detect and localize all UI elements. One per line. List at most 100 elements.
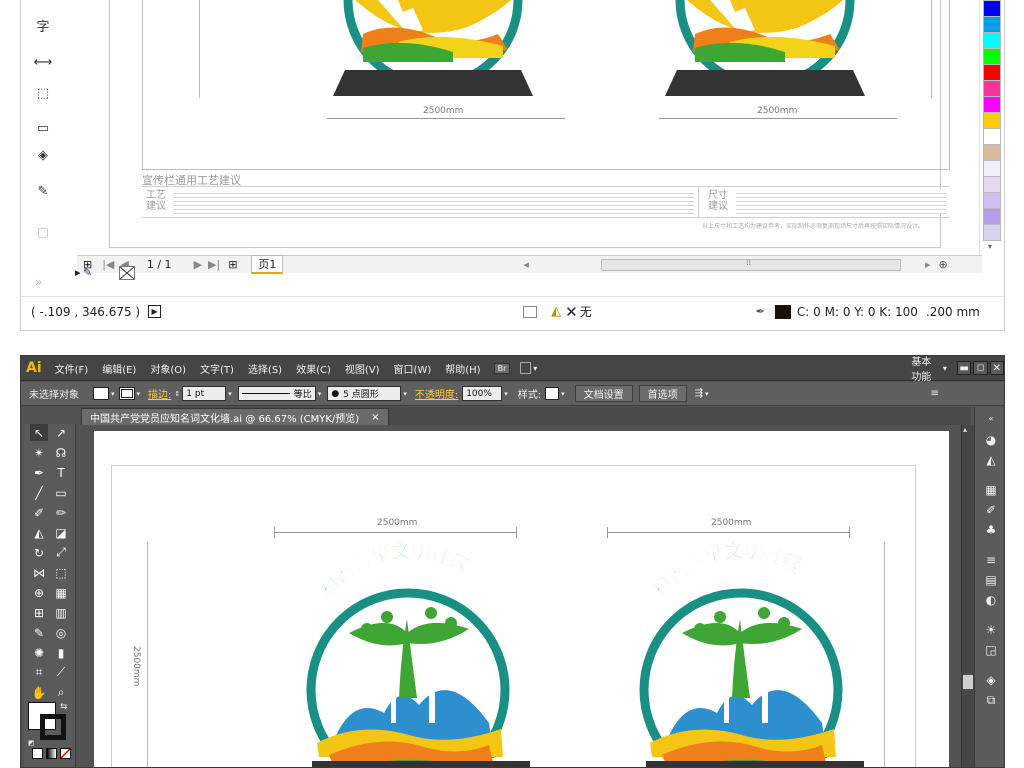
blend-tool-icon[interactable]: ◎ (52, 624, 70, 641)
menu-edit[interactable]: 编辑(E) (95, 361, 143, 376)
appearance-panel-icon[interactable]: ☀ (983, 622, 999, 638)
color-mode-button[interactable] (32, 748, 43, 759)
paintbrush-tool-icon[interactable]: ✐ (30, 504, 48, 521)
eraser-tool-icon[interactable]: ◪ (52, 524, 70, 541)
profile-chevron-icon[interactable]: ▾ (318, 390, 322, 398)
palette-swatch[interactable] (983, 128, 1001, 145)
scroll-right-icon[interactable]: ▸ (925, 258, 931, 271)
brush-chevron-icon[interactable]: ▾ (403, 390, 407, 398)
width-tool-icon[interactable]: ⋈ (30, 564, 48, 581)
fill-bucket-icon[interactable]: ◭ (551, 304, 561, 319)
color-panel-icon[interactable]: ◕ (983, 432, 999, 448)
stroke-box[interactable] (40, 714, 66, 740)
gradient-panel-icon[interactable]: ▤ (983, 572, 999, 588)
menu-window[interactable]: 窗口(W) (387, 361, 439, 376)
last-page-icon[interactable]: ▶| (208, 258, 220, 271)
palette-swatch[interactable] (983, 48, 1001, 65)
swatches-panel-icon[interactable]: ▦ (983, 482, 999, 498)
gradient-mode-button[interactable] (46, 748, 57, 759)
stroke-label[interactable]: 描边: (148, 386, 171, 401)
type-tool-icon[interactable]: T (52, 464, 70, 481)
opacity-label[interactable]: 不透明度: (415, 386, 458, 401)
palette-swatch[interactable] (983, 16, 1001, 33)
shape-builder-tool-icon[interactable]: ⊕ (30, 584, 48, 601)
symbol-sprayer-tool-icon[interactable]: ✺ (30, 644, 48, 661)
collapse-panels-icon[interactable]: « (983, 410, 999, 426)
document-tab-close-icon[interactable]: × (371, 412, 379, 423)
menu-object[interactable]: 对象(O) (143, 361, 193, 376)
slice-tool-icon[interactable]: ⟋ (52, 664, 70, 681)
chevron-down-icon[interactable]: ▾ (533, 364, 537, 373)
lasso-tool-icon[interactable]: ☊ (52, 444, 70, 461)
palette-swatch[interactable] (983, 192, 1001, 209)
dimension-tool-icon[interactable]: ⟷ (33, 53, 53, 71)
no-fill-swatch-icon[interactable] (119, 266, 135, 280)
free-transform-tool-icon[interactable]: ⬚ (52, 564, 70, 581)
horizontal-scrollbar[interactable]: ⁞⁞ (600, 258, 901, 271)
stroke-chevron-icon[interactable]: ▾ (137, 390, 141, 398)
document-setup-button[interactable]: 文档设置 (574, 385, 633, 402)
stroke-stepper-icon[interactable]: ⇕ (174, 390, 180, 398)
eyedropper-tool-icon[interactable]: ✎ (33, 182, 53, 200)
align-chevron-icon[interactable]: ▾ (705, 390, 709, 398)
style-chevron-icon[interactable]: ▾ (561, 390, 565, 398)
palette-swatch[interactable] (983, 96, 1001, 113)
zoom-icon[interactable]: ⊕ (938, 258, 947, 271)
arrange-documents-icon[interactable] (520, 362, 532, 374)
palette-swatch[interactable] (983, 144, 1001, 161)
first-page-icon[interactable]: |◀ (102, 258, 114, 271)
palette-swatch[interactable] (983, 112, 1001, 129)
default-fill-stroke-icon[interactable]: ◩ (28, 739, 35, 747)
rotate-tool-icon[interactable]: ↻ (30, 544, 48, 561)
menu-help[interactable]: 帮助(H) (438, 361, 487, 376)
swap-fill-stroke-icon[interactable]: ⇆ (60, 702, 68, 712)
style-swatch[interactable] (545, 387, 560, 400)
scroll-up-icon[interactable]: ▴ (963, 425, 967, 434)
outline-tool-icon[interactable]: ▢ (33, 223, 53, 241)
palette-swatch[interactable] (983, 208, 1001, 225)
magic-wand-tool-icon[interactable]: ✴ (30, 444, 48, 461)
stroke-color-swatch[interactable] (118, 387, 135, 400)
column-graph-tool-icon[interactable]: ▮ (52, 644, 70, 661)
hand-tool-icon[interactable]: ✋ (30, 684, 48, 701)
connector-tool-icon[interactable]: ⬚ (33, 84, 53, 102)
palette-swatch[interactable] (983, 80, 1001, 97)
pencil-tool-icon[interactable]: ✏ (52, 504, 70, 521)
brush-definition[interactable]: ● 5 点圆形 (327, 386, 402, 401)
palette-scroll-down-icon[interactable]: ▾ (988, 242, 992, 251)
artboard-area[interactable]: 2500mm 2500mm 2500mm 和谐邻里文明社区 和谐邻里文明社区 (81, 425, 971, 767)
palette-swatch[interactable] (983, 176, 1001, 193)
symbols-panel-icon[interactable]: ♣ (983, 522, 999, 538)
align-options-icon[interactable]: ⇶ (695, 388, 703, 399)
add-page-after-icon[interactable]: ⊞ (228, 258, 237, 271)
none-mode-button[interactable] (60, 748, 71, 759)
palette-swatch[interactable] (983, 32, 1001, 49)
artboards-panel-icon[interactable]: ⧉ (983, 692, 999, 708)
zoom-tool-icon[interactable]: ⌕ (52, 684, 70, 701)
stroke-weight-chevron-icon[interactable]: ▾ (228, 390, 232, 398)
palette-swatch[interactable] (983, 224, 1001, 241)
eyedropper-tool-icon[interactable]: ✎ (30, 624, 48, 641)
workspace-chevron-icon[interactable]: ▾ (943, 364, 947, 373)
mesh-tool-icon[interactable]: ⊞ (30, 604, 48, 621)
text-tool-icon[interactable]: 字 (33, 16, 53, 35)
minimize-button[interactable]: ▬ (956, 361, 972, 375)
fill-tool-icon[interactable]: ◈ (33, 146, 53, 164)
brushes-panel-icon[interactable]: ✐ (983, 502, 999, 518)
palette-swatch[interactable] (983, 160, 1001, 177)
bridge-button[interactable]: Br (493, 362, 511, 374)
selection-tool-icon[interactable]: ↖ (30, 424, 48, 441)
stroke-weight-field[interactable]: 1 pt (182, 386, 227, 401)
scale-tool-icon[interactable]: ⤢ (52, 544, 70, 561)
gradient-tool-icon[interactable]: ▥ (52, 604, 70, 621)
preferences-button[interactable]: 首选项 (638, 385, 687, 402)
scroll-thumb[interactable] (963, 675, 973, 689)
menu-file[interactable]: 文件(F) (48, 361, 96, 376)
palette-swatch[interactable] (983, 0, 1001, 17)
status-arrow-icon[interactable]: ▶ (148, 305, 162, 318)
menu-select[interactable]: 选择(S) (241, 361, 289, 376)
workspace-switcher[interactable]: 基本功能 (911, 356, 939, 383)
variable-width-profile[interactable]: 等比 (237, 386, 316, 401)
line-tool-icon[interactable]: ╱ (30, 484, 48, 501)
color-guide-icon[interactable]: ◭ (983, 452, 999, 468)
